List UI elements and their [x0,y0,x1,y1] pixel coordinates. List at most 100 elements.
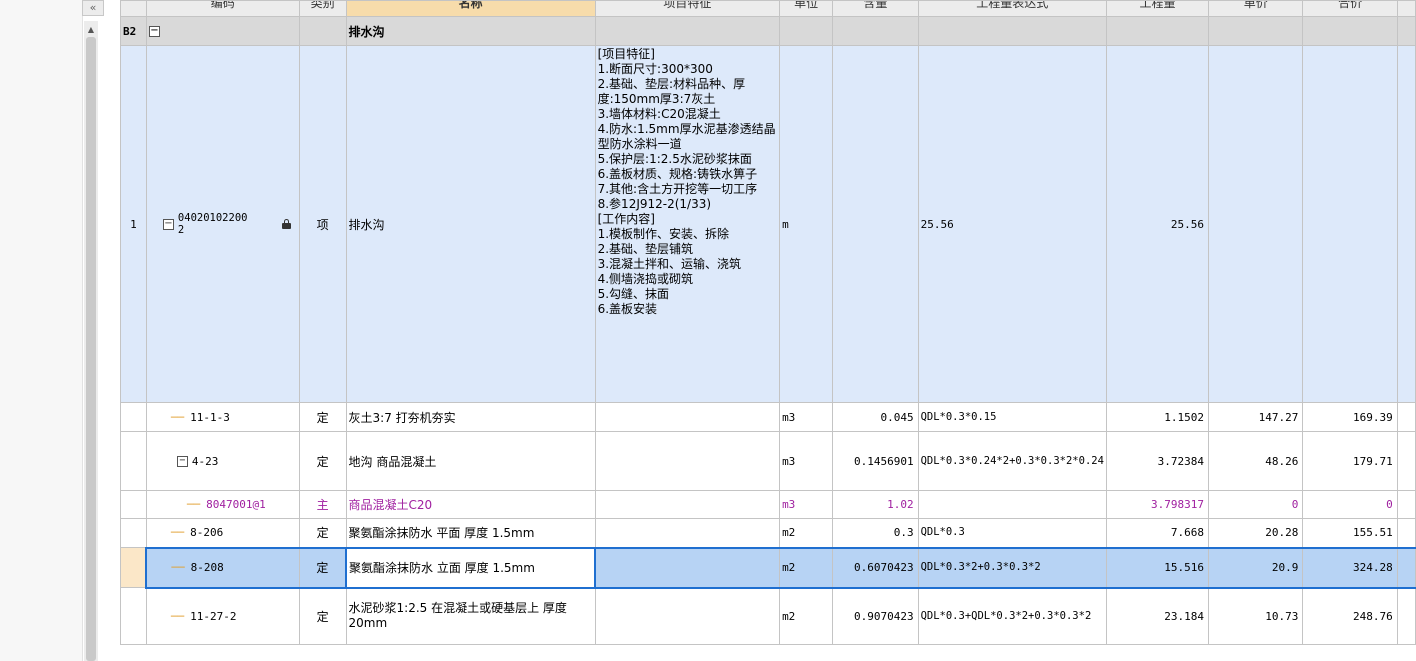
item-feature[interactable]: [项目特征] 1.断面尺寸:300*300 2.基础、垫层:材料品种、厚度:15… [594,45,781,403]
row-name-active-cell[interactable]: 聚氨酯涂抹防水 立面 厚度 1.5mm [345,546,597,589]
scrollbar-thumb[interactable] [86,37,96,661]
row-total[interactable]: 179.71 [1302,431,1398,491]
row-code[interactable]: ── 8-206 [145,518,300,548]
row-quantity[interactable]: 3.72384 [1105,431,1210,491]
row-expression[interactable]: QDL*0.3 [917,518,1107,548]
row-unit-price[interactable]: 0 [1208,490,1304,519]
row-content[interactable]: 0.9070423 [832,587,919,645]
row-expression[interactable] [917,490,1107,519]
scroll-up-arrow-icon[interactable]: ▲ [84,25,98,35]
row-content[interactable]: 1.02 [832,490,919,519]
header-index[interactable] [120,0,147,17]
row-quantity[interactable]: 15.516 [1105,546,1210,589]
item-name[interactable]: 排水沟 [345,45,596,403]
row-expression[interactable]: QDL*0.3+QDL*0.3*2+0.3*0.3*2 [917,587,1107,645]
item-expression[interactable]: 25.56 [917,45,1107,403]
row-feature[interactable] [594,546,781,589]
quota-grid: 编码 类别 名称 项目特征 单位 含量 工程量表达式 工程量 单价 合价 B2 … [120,0,1416,645]
header-quantity[interactable]: 工程量 [1105,0,1210,17]
row-content[interactable]: 0.1456901 [832,431,919,491]
row-quantity[interactable]: 23.184 [1105,587,1210,645]
row-content[interactable]: 0.3 [832,518,919,548]
row-expression[interactable]: QDL*0.3*2+0.3*0.3*2 [917,546,1107,589]
item-code-line2: 2 [177,224,185,236]
row-feature[interactable] [594,587,781,645]
row-unit[interactable]: m2 [779,587,834,645]
item-code-cell[interactable]: − 04020102200 2 [145,45,300,403]
row-content[interactable]: 0.6070423 [832,546,919,589]
row-total[interactable]: 0 [1302,490,1398,519]
row-unit-price[interactable]: 20.28 [1208,518,1304,548]
row-quantity[interactable]: 7.668 [1105,518,1210,548]
header-feature[interactable]: 项目特征 [594,0,781,17]
group-row[interactable]: B2 − 排水沟 [120,16,1416,46]
row-quantity[interactable]: 3.798317 [1105,490,1210,519]
group-name[interactable]: 排水沟 [345,16,596,46]
row-code[interactable]: ── 11-27-2 [145,587,300,645]
collapse-toggle-icon[interactable]: − [162,218,174,230]
table-row-selected[interactable]: ── 8-208 定 聚氨酯涂抹防水 立面 厚度 1.5mm m2 0.60704… [120,546,1416,589]
row-total[interactable]: 324.28 [1302,546,1398,589]
table-row[interactable]: ── 8047001@1 主 商品混凝土C20 m3 1.02 3.798317 … [120,490,1416,519]
item-row[interactable]: 1 − 04020102200 2 项 排水沟 [项目特征] 1.断面尺寸:300… [120,45,1416,403]
row-code[interactable]: ── 8-208 [145,546,300,589]
row-code[interactable]: −4-23 [145,431,300,491]
item-unit[interactable]: m [779,45,834,403]
row-category[interactable]: 定 [298,431,347,491]
row-category[interactable]: 定 [298,546,347,589]
row-name[interactable]: 商品混凝土C20 [345,490,596,519]
header-unit[interactable]: 单位 [779,0,834,17]
item-quantity[interactable]: 25.56 [1105,45,1210,403]
header-total[interactable]: 合价 [1302,0,1398,17]
row-content[interactable]: 0.045 [832,402,919,432]
row-category[interactable]: 定 [298,518,347,548]
row-unit[interactable]: m3 [779,490,834,519]
row-feature[interactable] [594,402,781,432]
row-feature[interactable] [594,431,781,491]
collapse-toggle-icon[interactable]: − [176,456,188,467]
row-total[interactable]: 155.51 [1302,518,1398,548]
row-category[interactable]: 主 [298,490,347,519]
row-feature[interactable] [594,518,781,548]
row-name[interactable]: 地沟 商品混凝土 [345,431,596,491]
header-expression[interactable]: 工程量表达式 [917,0,1107,17]
row-name[interactable]: 聚氨酯涂抹防水 平面 厚度 1.5mm [345,518,596,548]
table-row[interactable]: −4-23 定 地沟 商品混凝土 m3 0.1456901 QDL*0.3*0.… [120,431,1416,491]
row-category[interactable]: 定 [298,587,347,645]
vertical-scrollbar[interactable]: ▲ [84,21,98,661]
row-unit-price[interactable]: 10.73 [1208,587,1304,645]
row-expression[interactable]: QDL*0.3*0.15 [917,402,1107,432]
item-category[interactable]: 项 [298,45,347,403]
row-total[interactable]: 169.39 [1302,402,1398,432]
row-unit[interactable]: m2 [779,546,834,589]
row-code[interactable]: ── 11-1-3 [145,402,300,432]
row-feature[interactable] [594,490,781,519]
item-unit-price[interactable] [1208,45,1304,403]
row-unit-price[interactable]: 20.9 [1208,546,1304,589]
header-name[interactable]: 名称 [345,0,596,17]
table-row[interactable]: ── 8-206 定 聚氨酯涂抹防水 平面 厚度 1.5mm m2 0.3 QDL… [120,518,1416,548]
row-category[interactable]: 定 [298,402,347,432]
row-quantity[interactable]: 1.1502 [1105,402,1210,432]
row-unit[interactable]: m3 [779,402,834,432]
row-code[interactable]: ── 8047001@1 [145,490,300,519]
table-row[interactable]: ── 11-1-3 定 灰土3:7 打夯机夯实 m3 0.045 QDL*0.3*… [120,402,1416,432]
item-content[interactable] [832,45,919,403]
header-category[interactable]: 类别 [298,0,347,17]
group-index: B2 [120,16,147,46]
item-total[interactable] [1302,45,1398,403]
row-unit[interactable]: m3 [779,431,834,491]
header-code[interactable]: 编码 [145,0,300,17]
collapse-toggle-icon[interactable]: − [148,26,160,37]
row-name[interactable]: 灰土3:7 打夯机夯实 [345,402,596,432]
header-content[interactable]: 含量 [832,0,919,17]
row-unit-price[interactable]: 147.27 [1208,402,1304,432]
collapse-panel-button[interactable]: « [82,0,104,16]
row-unit[interactable]: m2 [779,518,834,548]
row-unit-price[interactable]: 48.26 [1208,431,1304,491]
header-unit-price[interactable]: 单价 [1208,0,1304,17]
row-total[interactable]: 248.76 [1302,587,1398,645]
row-expression[interactable]: QDL*0.3*0.24*2+0.3*0.3*2*0.24 [917,431,1107,491]
row-name[interactable]: 水泥砂浆1:2.5 在混凝土或硬基层上 厚度 20mm [345,587,596,645]
table-row[interactable]: ── 11-27-2 定 水泥砂浆1:2.5 在混凝土或硬基层上 厚度 20mm … [120,587,1416,645]
